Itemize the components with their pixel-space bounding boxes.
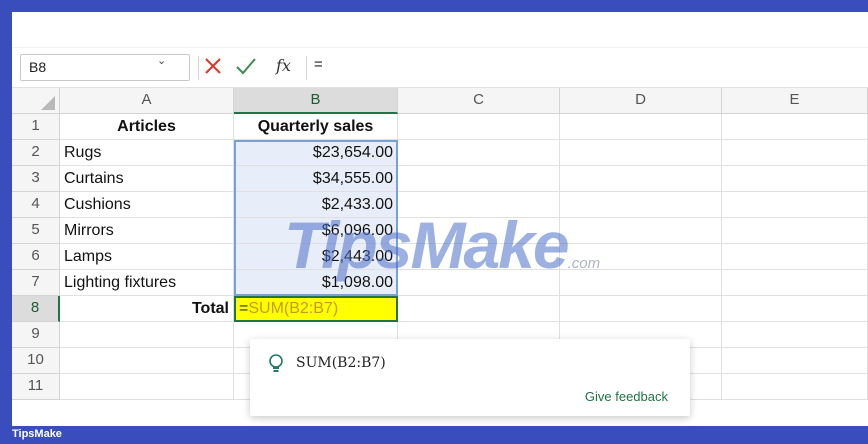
cell-e5[interactable] xyxy=(722,218,868,244)
row-header-7[interactable]: 7 xyxy=(12,270,60,296)
cell-a1[interactable]: Articles xyxy=(60,114,234,140)
cell-c5[interactable] xyxy=(398,218,560,244)
enter-icon[interactable] xyxy=(234,55,258,77)
cell-b3[interactable]: $34,555.00 xyxy=(234,166,398,192)
cell-e3[interactable] xyxy=(722,166,868,192)
select-all-corner[interactable] xyxy=(12,88,60,114)
cell-c4[interactable] xyxy=(398,192,560,218)
cell-a9[interactable] xyxy=(60,322,234,348)
row-header-9[interactable]: 9 xyxy=(12,322,60,348)
row-header-10[interactable]: 10 xyxy=(12,348,60,374)
cell-c1[interactable] xyxy=(398,114,560,140)
cell-b2[interactable]: $23,654.00 xyxy=(234,140,398,166)
column-header-a[interactable]: A xyxy=(60,88,234,114)
cell-e11[interactable] xyxy=(722,374,868,400)
lightbulb-icon xyxy=(269,354,283,372)
row-header-3[interactable]: 3 xyxy=(12,166,60,192)
cell-e2[interactable] xyxy=(722,140,868,166)
cell-b1[interactable]: Quarterly sales xyxy=(234,114,398,140)
formula-suggestion[interactable]: SUM(B2:B7) xyxy=(296,355,386,371)
column-header-b[interactable]: B xyxy=(234,88,398,114)
row-header-1[interactable]: 1 xyxy=(12,114,60,140)
excel-window: B8 ⌄ fx = A B C D E 1 2 3 4 5 6 7 8 9 10… xyxy=(12,12,868,426)
cell-c8[interactable] xyxy=(398,296,560,322)
cell-d5[interactable] xyxy=(560,218,722,244)
formula-equals: = xyxy=(239,300,249,317)
formula-bar-divider xyxy=(198,56,199,80)
row-header-4[interactable]: 4 xyxy=(12,192,60,218)
cell-a7[interactable]: Lighting fixtures xyxy=(60,270,234,296)
active-cell-formula: SUM(B2:B7) xyxy=(248,300,339,317)
cell-c2[interactable] xyxy=(398,140,560,166)
cell-e8[interactable] xyxy=(722,296,868,322)
column-header-d[interactable]: D xyxy=(560,88,722,114)
ribbon-strip xyxy=(12,12,868,48)
cell-d3[interactable] xyxy=(560,166,722,192)
cell-c6[interactable] xyxy=(398,244,560,270)
cell-a4[interactable]: Cushions xyxy=(60,192,234,218)
give-feedback-link[interactable]: Give feedback xyxy=(585,389,668,404)
cell-c7[interactable] xyxy=(398,270,560,296)
formula-bar: B8 ⌄ fx = xyxy=(12,48,868,88)
row-header-8[interactable]: 8 xyxy=(12,296,60,322)
cell-b6[interactable]: $2,443.00 xyxy=(234,244,398,270)
cell-c3[interactable] xyxy=(398,166,560,192)
cell-e1[interactable] xyxy=(722,114,868,140)
row-header-11[interactable]: 11 xyxy=(12,374,60,400)
cell-d7[interactable] xyxy=(560,270,722,296)
cell-a2[interactable]: Rugs xyxy=(60,140,234,166)
cell-d1[interactable] xyxy=(560,114,722,140)
cell-a5[interactable]: Mirrors xyxy=(60,218,234,244)
cell-a11[interactable] xyxy=(60,374,234,400)
column-header-c[interactable]: C xyxy=(398,88,560,114)
row-header-5[interactable]: 5 xyxy=(12,218,60,244)
row-header-6[interactable]: 6 xyxy=(12,244,60,270)
cell-d8[interactable] xyxy=(560,296,722,322)
cell-d6[interactable] xyxy=(560,244,722,270)
cancel-icon[interactable] xyxy=(202,55,224,77)
column-header-e[interactable]: E xyxy=(722,88,868,114)
cell-b4[interactable]: $2,433.00 xyxy=(234,192,398,218)
cell-a6[interactable]: Lamps xyxy=(60,244,234,270)
formula-bar-divider xyxy=(306,56,307,80)
cell-b7[interactable]: $1,098.00 xyxy=(234,270,398,296)
cell-a10[interactable] xyxy=(60,348,234,374)
footer-brand: TipsMake xyxy=(12,428,62,440)
cell-e9[interactable] xyxy=(722,322,868,348)
formula-input[interactable]: = xyxy=(314,56,323,73)
fx-icon[interactable]: fx xyxy=(276,56,291,75)
cell-e6[interactable] xyxy=(722,244,868,270)
cell-d2[interactable] xyxy=(560,140,722,166)
row-header-2[interactable]: 2 xyxy=(12,140,60,166)
cell-a3[interactable]: Curtains xyxy=(60,166,234,192)
cell-e10[interactable] xyxy=(722,348,868,374)
cell-e4[interactable] xyxy=(722,192,868,218)
cell-b5[interactable]: $6,096.00 xyxy=(234,218,398,244)
chevron-down-icon[interactable]: ⌄ xyxy=(157,54,166,67)
cell-a8[interactable]: Total xyxy=(60,296,234,322)
cell-e7[interactable] xyxy=(722,270,868,296)
footer-bar: TipsMake xyxy=(0,426,868,444)
cell-b8-active[interactable]: =SUM(B2:B7) xyxy=(234,296,398,322)
cell-d4[interactable] xyxy=(560,192,722,218)
formula-autocomplete: SUM(B2:B7) Give feedback xyxy=(250,339,690,416)
